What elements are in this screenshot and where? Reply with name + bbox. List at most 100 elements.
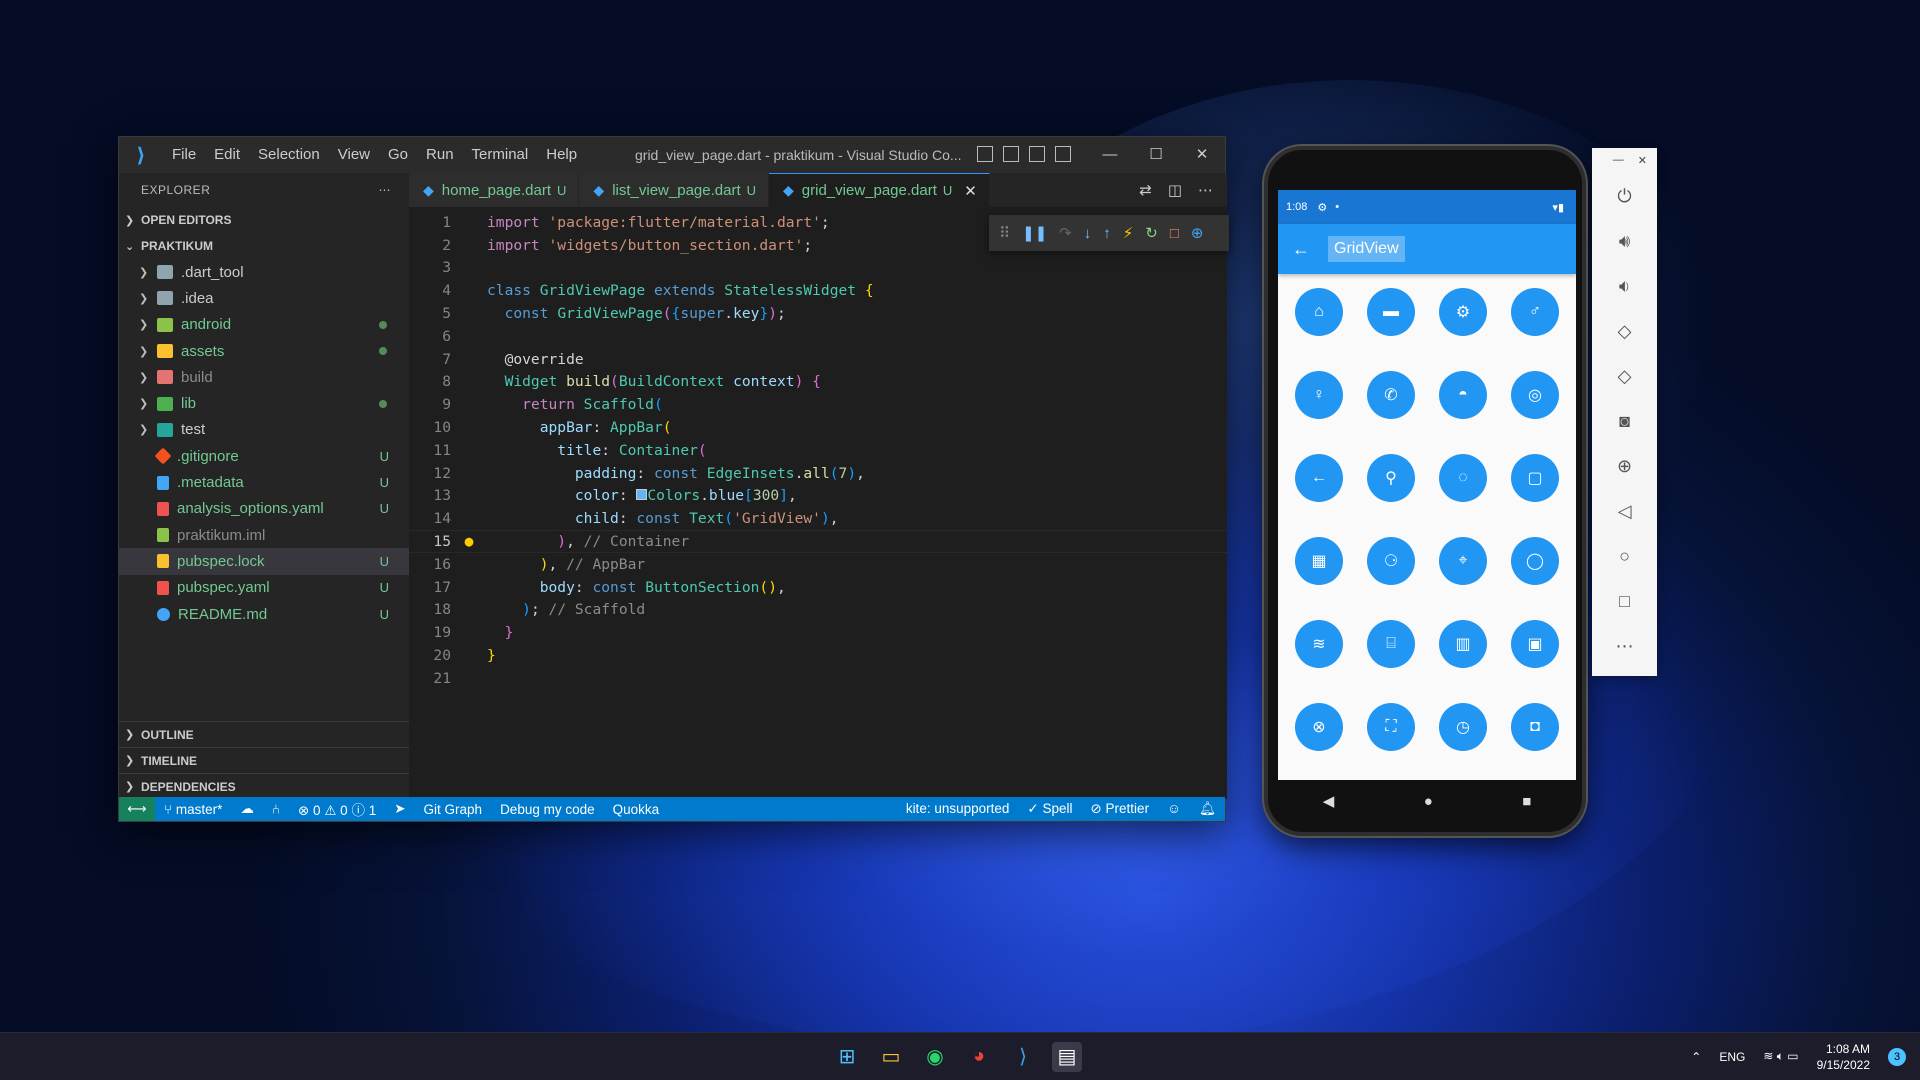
kite-status[interactable]: kite: unsupported (897, 801, 1019, 817)
female-icon[interactable]: ♀ (1295, 371, 1343, 419)
more-icon[interactable]: ⋯ (1616, 633, 1634, 659)
close-tab-icon[interactable]: ✕ (964, 182, 977, 200)
toggle-secondary-sidebar-icon[interactable] (1029, 146, 1045, 162)
back-icon[interactable]: ◁ (1618, 498, 1632, 524)
debug-button[interactable]: Debug my code (491, 802, 604, 817)
inbox-icon[interactable]: ⌸ (1367, 620, 1415, 668)
minimize-icon[interactable]: — (1613, 154, 1624, 167)
tab-grid-view-page[interactable]: ◆ grid_view_page.dart U ✕ (769, 173, 990, 207)
rotate-right-icon[interactable]: ◇ (1618, 363, 1632, 389)
box-icon[interactable]: ◘ (1511, 703, 1559, 751)
power-icon[interactable]: ⏻ (1617, 183, 1631, 209)
nav-back-icon[interactable]: ◀ (1323, 792, 1335, 810)
tree-item-android[interactable]: ❯ android (119, 312, 409, 338)
network-sound-battery-icon[interactable]: ≋ 🔈︎ ▭ (1763, 1049, 1798, 1064)
menu-go[interactable]: Go (379, 137, 417, 173)
app-green-icon[interactable]: ◉ (920, 1042, 950, 1072)
notifications-icon[interactable]: 🔔︎ (1190, 801, 1225, 817)
toggle-sidebar-icon[interactable] (977, 146, 993, 162)
start-icon[interactable]: ⊞ (832, 1042, 862, 1072)
chrome-icon[interactable]: ◕ (964, 1042, 994, 1072)
tray-chevron-icon[interactable]: ⌃ (1691, 1050, 1701, 1064)
tree-item-dart-tool[interactable]: ❯ .dart_tool (119, 259, 409, 285)
quokka-button[interactable]: Quokka (604, 802, 669, 817)
maximize-icon[interactable]: ☐ (1133, 137, 1179, 173)
split-editor-icon[interactable]: ◫ (1168, 181, 1182, 199)
prettier-status[interactable]: ⊘ Prettier (1081, 801, 1158, 817)
git-branch[interactable]: ⑂ master* (155, 802, 231, 817)
lightbulb-icon[interactable]: ● (451, 533, 487, 550)
stop-icon[interactable]: □ (1170, 225, 1179, 242)
sync-icon[interactable]: ☁ (231, 801, 263, 817)
alarm-icon[interactable]: ◷ (1439, 703, 1487, 751)
notification-badge[interactable]: 3 (1888, 1047, 1906, 1066)
drag-handle-icon[interactable]: ⠿ (999, 224, 1010, 242)
tree-item-gitignore[interactable]: .gitignore U (119, 443, 409, 469)
pause-icon[interactable]: ❚❚ (1022, 224, 1047, 242)
fingerprint-icon[interactable]: ◎ (1511, 371, 1559, 419)
male-icon[interactable]: ♂ (1511, 288, 1559, 336)
phone-icon[interactable]: ✆ (1367, 371, 1415, 419)
tree-item-pubspec-yaml[interactable]: pubspec.yaml U (119, 575, 409, 601)
tree-item-build[interactable]: ❯ build (119, 364, 409, 390)
git-graph-button[interactable]: Git Graph (415, 802, 492, 817)
tablet-icon[interactable]: ▢ (1511, 454, 1559, 502)
emulator-icon[interactable]: ▤ (1052, 1041, 1082, 1072)
tree-item-readme[interactable]: README.md U (119, 601, 409, 627)
restart-icon[interactable]: ↻ (1145, 224, 1158, 242)
spell-status[interactable]: ✓ Spell (1018, 801, 1081, 817)
code-view[interactable]: 1 import 'package:flutter/material.dart';… (409, 207, 1227, 690)
customize-layout-icon[interactable] (1055, 146, 1071, 162)
menu-terminal[interactable]: Terminal (463, 137, 538, 173)
hot-reload-icon[interactable]: ⚡ (1123, 224, 1134, 242)
home-icon[interactable]: ⌂ (1295, 288, 1343, 336)
back-icon[interactable]: ← (1295, 454, 1343, 502)
vscode-icon[interactable]: ⟩ (1008, 1042, 1038, 1072)
close-icon[interactable]: ✕ (1179, 137, 1225, 173)
card-icon[interactable]: ▬ (1367, 288, 1415, 336)
step-out-icon[interactable]: ↑ (1103, 225, 1111, 242)
tree-item-lib[interactable]: ❯ lib (119, 390, 409, 416)
feedback-icon[interactable]: ☺ (1158, 801, 1190, 817)
tree-item-iml[interactable]: praktikum.iml (119, 522, 409, 548)
menu-run[interactable]: Run (417, 137, 463, 173)
search-icon[interactable]: ⚲ (1367, 454, 1415, 502)
android-icon[interactable]: ◓ (1439, 371, 1487, 419)
source-control-icon[interactable]: ⑃ (263, 802, 289, 817)
menu-help[interactable]: Help (537, 137, 586, 173)
map-icon[interactable]: ⌖ (1439, 537, 1487, 585)
tree-item-analysis-options[interactable]: analysis_options.yaml U (119, 496, 409, 522)
home-icon[interactable]: ○ (1619, 543, 1630, 569)
cancel-icon[interactable]: ⊗ (1295, 703, 1343, 751)
toggle-panel-icon[interactable] (1003, 146, 1019, 162)
compare-changes-icon[interactable]: ⇄ (1139, 181, 1152, 199)
tree-item-pubspec-lock[interactable]: pubspec.lock U (119, 548, 409, 575)
settings-icon[interactable]: ⚙ (1439, 288, 1487, 336)
zoom-icon[interactable]: ⊕ (1617, 453, 1632, 479)
clock[interactable]: 1:08 AM 9/15/2022 (1817, 1041, 1870, 1073)
more-actions-icon[interactable]: ⋯ (1198, 181, 1213, 199)
back-arrow-icon[interactable]: ← (1292, 239, 1310, 260)
wifi-icon[interactable]: ≋ (1295, 620, 1343, 668)
minimize-icon[interactable]: — (1087, 137, 1133, 173)
section-praktikum[interactable]: ⌄ PRAKTIKUM (119, 233, 409, 259)
step-over-icon[interactable]: ↷ (1059, 224, 1072, 242)
menu-edit[interactable]: Edit (205, 137, 249, 173)
menu-file[interactable]: File (163, 137, 205, 173)
section-dependencies[interactable]: ❯ DEPENDENCIES (119, 773, 409, 799)
tree-item-test[interactable]: ❯ test (119, 417, 409, 443)
tree-item-idea[interactable]: ❯ .idea (119, 285, 409, 311)
menu-selection[interactable]: Selection (249, 137, 329, 173)
language-indicator[interactable]: ENG (1719, 1050, 1745, 1064)
tab-home-page[interactable]: ◆ home_page.dart U (409, 173, 580, 207)
step-into-icon[interactable]: ↓ (1084, 225, 1092, 242)
building-icon[interactable]: ▥ (1439, 620, 1487, 668)
live-share-icon[interactable]: ➤ (385, 801, 414, 817)
calculator-icon[interactable]: ▦ (1295, 537, 1343, 585)
section-outline[interactable]: ❯ OUTLINE (119, 721, 409, 747)
remote-icon[interactable]: ⟷ (119, 797, 155, 821)
loading-icon[interactable]: ◌ (1439, 454, 1487, 502)
nav-recents-icon[interactable]: ■ (1522, 793, 1531, 810)
menu-view[interactable]: View (329, 137, 379, 173)
volume-up-icon[interactable]: 🔊︎ (1619, 228, 1630, 254)
